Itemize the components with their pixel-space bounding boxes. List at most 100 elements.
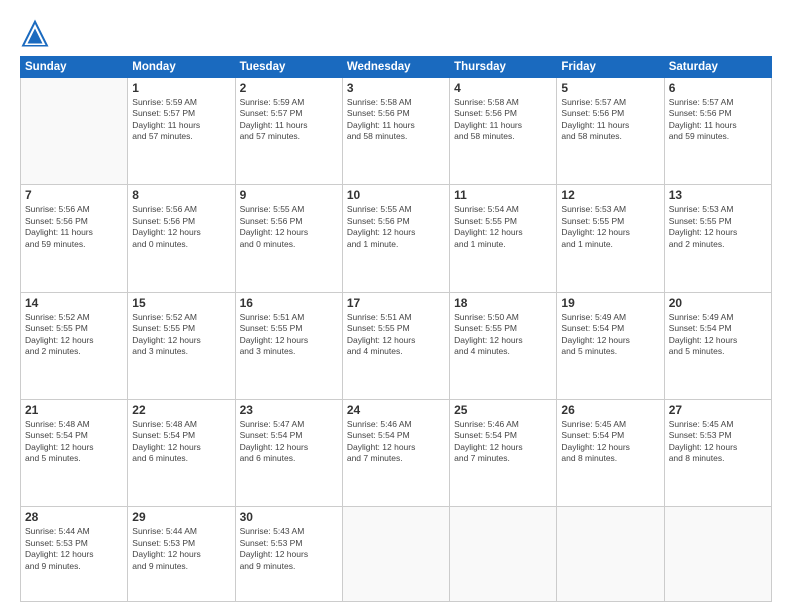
- day-info: Sunrise: 5:59 AM Sunset: 5:57 PM Dayligh…: [240, 97, 338, 143]
- week-row-5: 28 Sunrise: 5:44 AM Sunset: 5:53 PM Dayli…: [21, 507, 772, 602]
- day-info: Sunrise: 5:52 AM Sunset: 5:55 PM Dayligh…: [132, 312, 230, 358]
- week-row-2: 7 Sunrise: 5:56 AM Sunset: 5:56 PM Daylig…: [21, 185, 772, 292]
- day-number: 6: [669, 81, 767, 95]
- calendar-cell: [21, 78, 128, 185]
- calendar-cell: 6 Sunrise: 5:57 AM Sunset: 5:56 PM Daylig…: [664, 78, 771, 185]
- day-number: 24: [347, 403, 445, 417]
- day-number: 14: [25, 296, 123, 310]
- day-info: Sunrise: 5:53 AM Sunset: 5:55 PM Dayligh…: [669, 204, 767, 250]
- weekday-header-friday: Friday: [557, 57, 664, 78]
- day-number: 19: [561, 296, 659, 310]
- day-number: 2: [240, 81, 338, 95]
- day-number: 17: [347, 296, 445, 310]
- page: SundayMondayTuesdayWednesdayThursdayFrid…: [0, 0, 792, 612]
- calendar-cell: [557, 507, 664, 602]
- day-number: 10: [347, 188, 445, 202]
- day-number: 15: [132, 296, 230, 310]
- day-number: 27: [669, 403, 767, 417]
- weekday-header-wednesday: Wednesday: [342, 57, 449, 78]
- day-info: Sunrise: 5:43 AM Sunset: 5:53 PM Dayligh…: [240, 526, 338, 572]
- day-info: Sunrise: 5:46 AM Sunset: 5:54 PM Dayligh…: [454, 419, 552, 465]
- calendar-cell: 15 Sunrise: 5:52 AM Sunset: 5:55 PM Dayli…: [128, 292, 235, 399]
- calendar-cell: 19Sunrise: 5:49 AM Sunset: 5:54 PM Dayli…: [557, 292, 664, 399]
- day-number: 4: [454, 81, 552, 95]
- day-info: Sunrise: 5:47 AM Sunset: 5:54 PM Dayligh…: [240, 419, 338, 465]
- calendar-cell: 26 Sunrise: 5:45 AM Sunset: 5:54 PM Dayli…: [557, 399, 664, 506]
- day-number: 11: [454, 188, 552, 202]
- calendar-cell: 18Sunrise: 5:50 AM Sunset: 5:55 PM Dayli…: [450, 292, 557, 399]
- calendar-cell: 25 Sunrise: 5:46 AM Sunset: 5:54 PM Dayli…: [450, 399, 557, 506]
- day-info: Sunrise: 5:55 AM Sunset: 5:56 PM Dayligh…: [347, 204, 445, 250]
- calendar-cell: 11 Sunrise: 5:54 AM Sunset: 5:55 PM Dayli…: [450, 185, 557, 292]
- week-row-1: 1 Sunrise: 5:59 AM Sunset: 5:57 PM Daylig…: [21, 78, 772, 185]
- calendar-cell: 29 Sunrise: 5:44 AM Sunset: 5:53 PM Dayli…: [128, 507, 235, 602]
- day-info: Sunrise: 5:55 AM Sunset: 5:56 PM Dayligh…: [240, 204, 338, 250]
- day-number: 23: [240, 403, 338, 417]
- calendar-cell: 28 Sunrise: 5:44 AM Sunset: 5:53 PM Dayli…: [21, 507, 128, 602]
- day-info: Sunrise: 5:48 AM Sunset: 5:54 PM Dayligh…: [25, 419, 123, 465]
- day-number: 7: [25, 188, 123, 202]
- calendar-cell: 8 Sunrise: 5:56 AM Sunset: 5:56 PM Daylig…: [128, 185, 235, 292]
- day-number: 25: [454, 403, 552, 417]
- calendar-cell: 27 Sunrise: 5:45 AM Sunset: 5:53 PM Dayli…: [664, 399, 771, 506]
- header: [20, 18, 772, 48]
- day-number: 3: [347, 81, 445, 95]
- day-info: Sunrise: 5:53 AM Sunset: 5:55 PM Dayligh…: [561, 204, 659, 250]
- day-info: Sunrise: 5:58 AM Sunset: 5:56 PM Dayligh…: [454, 97, 552, 143]
- day-info: Sunrise: 5:51 AM Sunset: 5:55 PM Dayligh…: [240, 312, 338, 358]
- day-info: Sunrise: 5:45 AM Sunset: 5:54 PM Dayligh…: [561, 419, 659, 465]
- calendar-cell: 16 Sunrise: 5:51 AM Sunset: 5:55 PM Dayli…: [235, 292, 342, 399]
- weekday-header-thursday: Thursday: [450, 57, 557, 78]
- calendar-cell: [664, 507, 771, 602]
- day-info: Sunrise: 5:44 AM Sunset: 5:53 PM Dayligh…: [132, 526, 230, 572]
- logo-icon: [20, 18, 50, 48]
- day-info: Sunrise: 5:44 AM Sunset: 5:53 PM Dayligh…: [25, 526, 123, 572]
- day-number: 18: [454, 296, 552, 310]
- calendar-cell: 21Sunrise: 5:48 AM Sunset: 5:54 PM Dayli…: [21, 399, 128, 506]
- day-info: Sunrise: 5:49 AM Sunset: 5:54 PM Dayligh…: [669, 312, 767, 358]
- day-info: Sunrise: 5:48 AM Sunset: 5:54 PM Dayligh…: [132, 419, 230, 465]
- day-info: Sunrise: 5:58 AM Sunset: 5:56 PM Dayligh…: [347, 97, 445, 143]
- day-number: 9: [240, 188, 338, 202]
- calendar-cell: 3 Sunrise: 5:58 AM Sunset: 5:56 PM Daylig…: [342, 78, 449, 185]
- calendar-cell: 20Sunrise: 5:49 AM Sunset: 5:54 PM Dayli…: [664, 292, 771, 399]
- day-number: 13: [669, 188, 767, 202]
- day-number: 28: [25, 510, 123, 524]
- calendar: SundayMondayTuesdayWednesdayThursdayFrid…: [20, 56, 772, 602]
- calendar-cell: 17 Sunrise: 5:51 AM Sunset: 5:55 PM Dayli…: [342, 292, 449, 399]
- calendar-cell: 14Sunrise: 5:52 AM Sunset: 5:55 PM Dayli…: [21, 292, 128, 399]
- day-info: Sunrise: 5:59 AM Sunset: 5:57 PM Dayligh…: [132, 97, 230, 143]
- day-number: 8: [132, 188, 230, 202]
- day-info: Sunrise: 5:51 AM Sunset: 5:55 PM Dayligh…: [347, 312, 445, 358]
- day-number: 26: [561, 403, 659, 417]
- day-info: Sunrise: 5:57 AM Sunset: 5:56 PM Dayligh…: [561, 97, 659, 143]
- day-info: Sunrise: 5:57 AM Sunset: 5:56 PM Dayligh…: [669, 97, 767, 143]
- calendar-cell: [342, 507, 449, 602]
- weekday-header-monday: Monday: [128, 57, 235, 78]
- day-number: 22: [132, 403, 230, 417]
- day-number: 12: [561, 188, 659, 202]
- calendar-cell: 4 Sunrise: 5:58 AM Sunset: 5:56 PM Daylig…: [450, 78, 557, 185]
- day-number: 30: [240, 510, 338, 524]
- calendar-cell: 7Sunrise: 5:56 AM Sunset: 5:56 PM Daylig…: [21, 185, 128, 292]
- day-info: Sunrise: 5:45 AM Sunset: 5:53 PM Dayligh…: [669, 419, 767, 465]
- day-number: 1: [132, 81, 230, 95]
- calendar-cell: 2 Sunrise: 5:59 AM Sunset: 5:57 PM Daylig…: [235, 78, 342, 185]
- week-row-4: 21Sunrise: 5:48 AM Sunset: 5:54 PM Dayli…: [21, 399, 772, 506]
- calendar-cell: 13 Sunrise: 5:53 AM Sunset: 5:55 PM Dayli…: [664, 185, 771, 292]
- day-info: Sunrise: 5:54 AM Sunset: 5:55 PM Dayligh…: [454, 204, 552, 250]
- day-info: Sunrise: 5:46 AM Sunset: 5:54 PM Dayligh…: [347, 419, 445, 465]
- calendar-cell: 22 Sunrise: 5:48 AM Sunset: 5:54 PM Dayli…: [128, 399, 235, 506]
- day-number: 5: [561, 81, 659, 95]
- day-info: Sunrise: 5:56 AM Sunset: 5:56 PM Dayligh…: [132, 204, 230, 250]
- calendar-cell: 5 Sunrise: 5:57 AM Sunset: 5:56 PM Daylig…: [557, 78, 664, 185]
- weekday-header-saturday: Saturday: [664, 57, 771, 78]
- calendar-cell: 23 Sunrise: 5:47 AM Sunset: 5:54 PM Dayli…: [235, 399, 342, 506]
- calendar-cell: 9 Sunrise: 5:55 AM Sunset: 5:56 PM Daylig…: [235, 185, 342, 292]
- calendar-cell: 24 Sunrise: 5:46 AM Sunset: 5:54 PM Dayli…: [342, 399, 449, 506]
- weekday-header-row: SundayMondayTuesdayWednesdayThursdayFrid…: [21, 57, 772, 78]
- calendar-cell: 12 Sunrise: 5:53 AM Sunset: 5:55 PM Dayli…: [557, 185, 664, 292]
- calendar-cell: 1 Sunrise: 5:59 AM Sunset: 5:57 PM Daylig…: [128, 78, 235, 185]
- day-number: 16: [240, 296, 338, 310]
- day-number: 29: [132, 510, 230, 524]
